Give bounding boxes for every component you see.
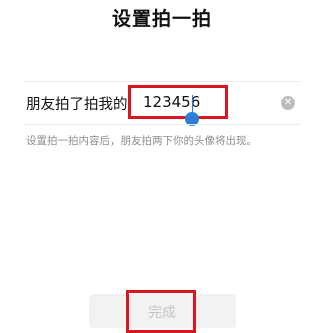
- hint-text: 设置拍一拍内容后，朋友拍两下你的头像将出现。: [26, 135, 257, 147]
- text-caret: [192, 95, 193, 112]
- top-divider: [24, 81, 300, 82]
- clear-icon[interactable]: ✕: [281, 96, 295, 110]
- pat-suffix-input[interactable]: 123456: [128, 85, 228, 126]
- done-highlight-box: [126, 290, 196, 333]
- pat-label: 朋友拍了拍我的: [26, 97, 128, 113]
- page-title: 设置拍一拍: [111, 8, 212, 30]
- bottom-divider: [24, 124, 300, 125]
